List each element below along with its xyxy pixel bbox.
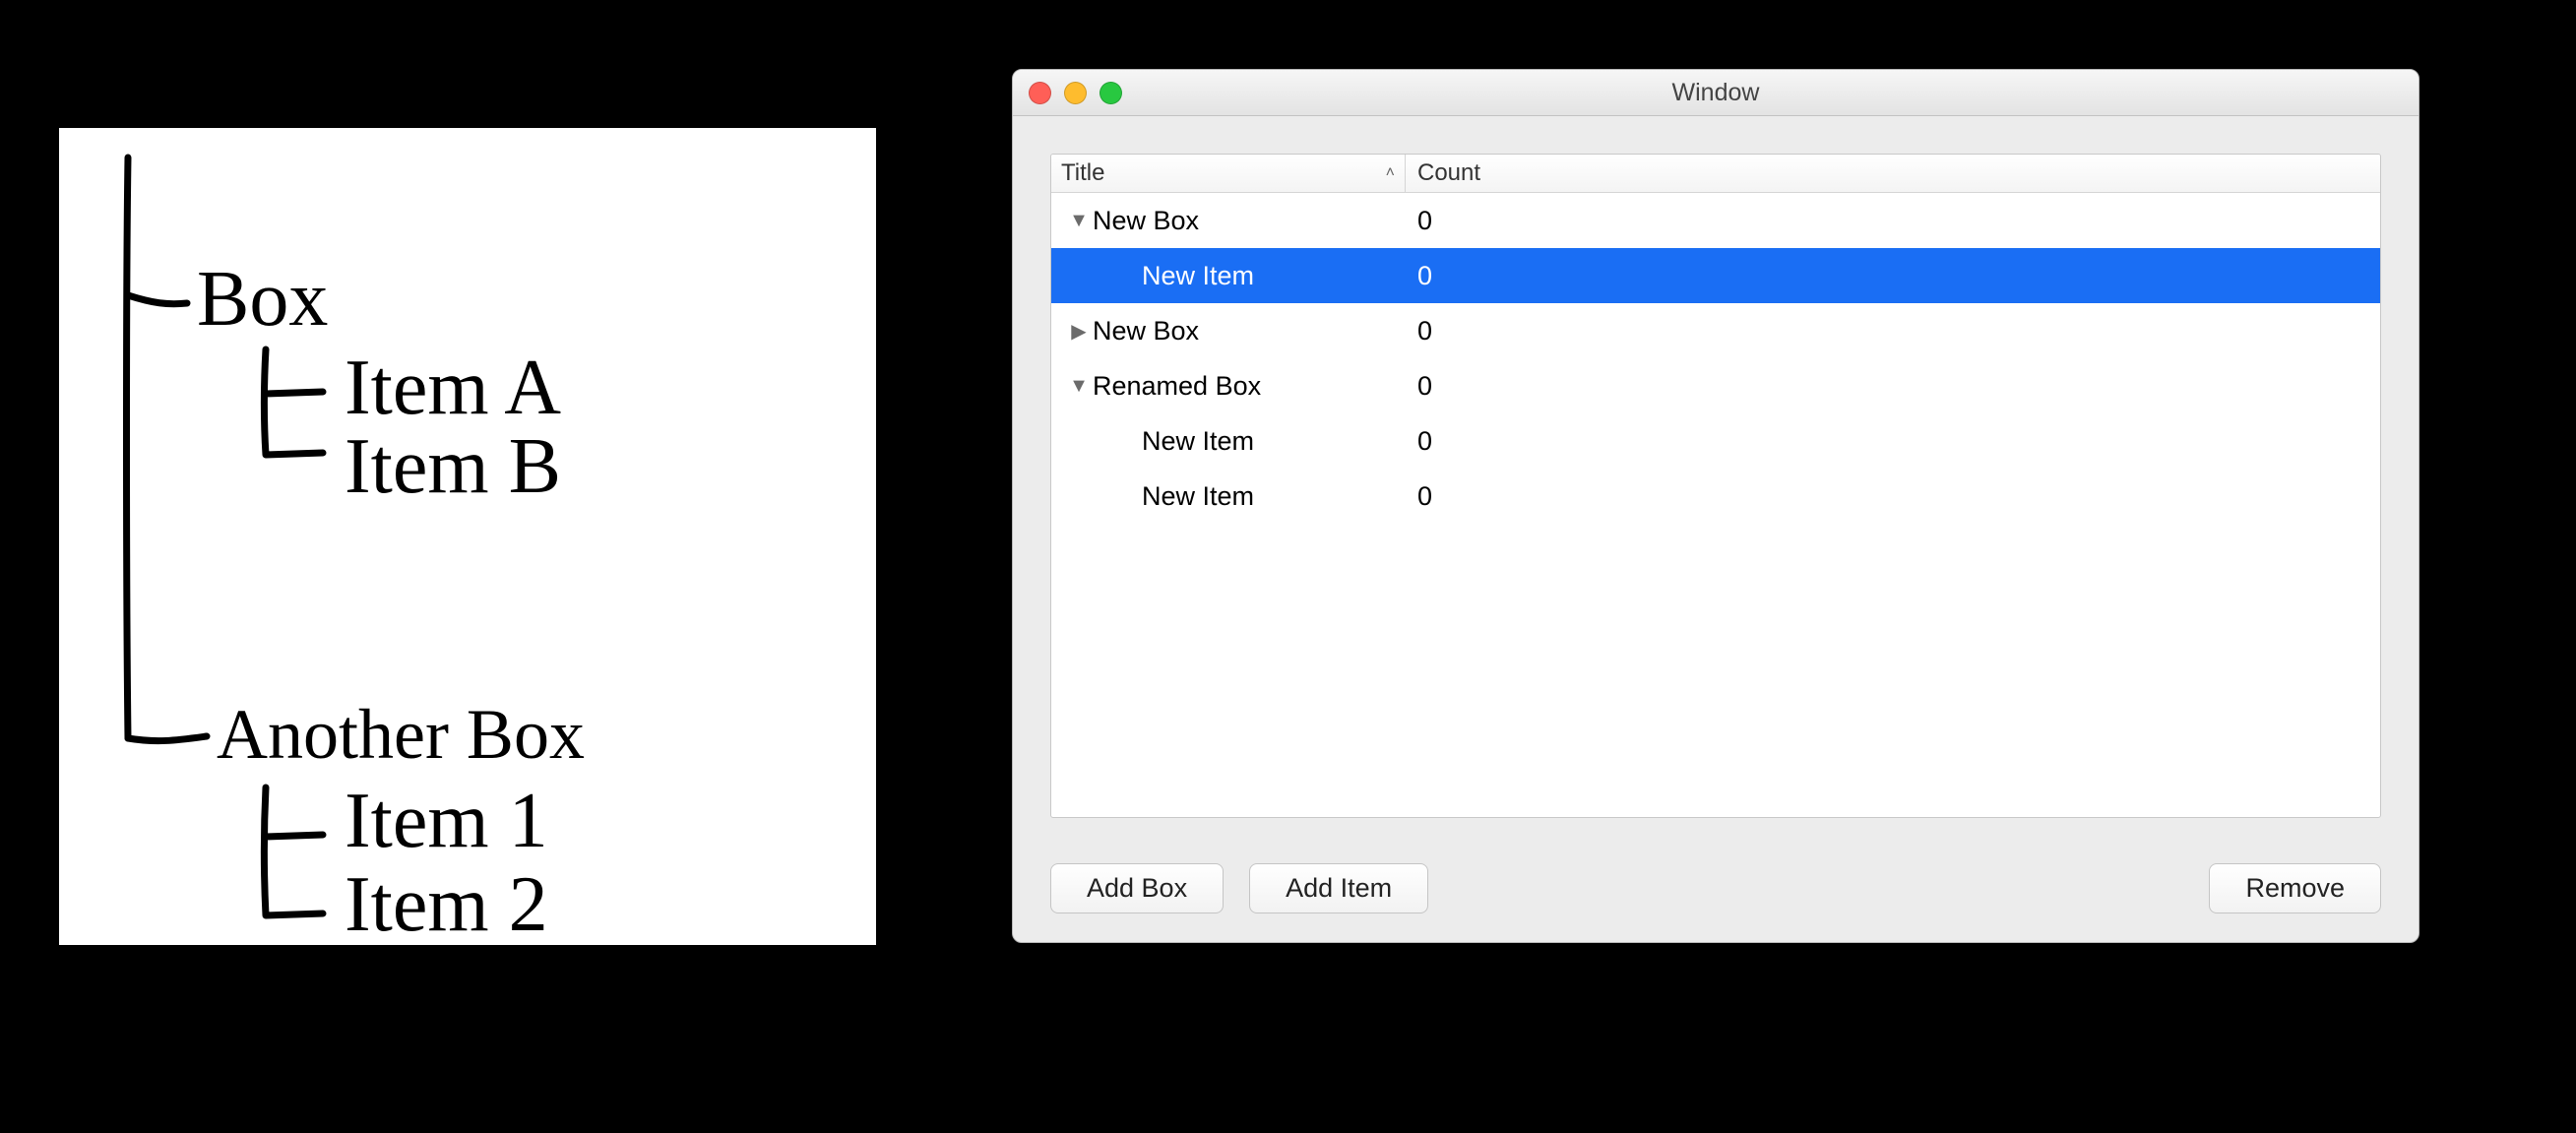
column-header-title[interactable]: Title ˄ [1051, 155, 1406, 192]
table-row[interactable]: ▼Renamed Box0 [1051, 358, 2380, 413]
disclosure-triangle-icon[interactable]: ▼ [1069, 210, 1089, 232]
table-header: Title ˄ Count [1051, 155, 2380, 193]
table-row[interactable]: New Item 0 [1051, 248, 2380, 303]
handwriting-sketch: Box Item A Item B Another Box Item 1 Ite… [59, 128, 876, 945]
row-title-cell: New Item [1051, 426, 1406, 457]
window-body: Title ˄ Count ▼New Box0New Item0▶New Box… [1013, 116, 2419, 943]
minimize-icon[interactable] [1064, 82, 1087, 104]
row-title-cell: New Item [1051, 261, 1406, 291]
table-row[interactable]: ▼New Box0 [1051, 193, 2380, 248]
disclosure-triangle-icon[interactable]: ▼ [1069, 375, 1089, 398]
sketch-text-box: Box [197, 256, 328, 343]
handwriting-svg: Box Item A Item B Another Box Item 1 Ite… [59, 128, 876, 945]
row-count: 0 [1406, 316, 1432, 346]
table-row[interactable]: ▶New Box0 [1051, 303, 2380, 358]
row-title: New Item [1142, 261, 1254, 291]
window-title: Window [1013, 79, 2419, 107]
sort-indicator-icon: ˄ [1386, 164, 1405, 182]
row-title: New Item [1142, 426, 1254, 457]
row-title-cell: ▼New Box [1051, 206, 1406, 236]
row-title-cell: ▼Renamed Box [1051, 371, 1406, 402]
row-title-cell: ▶New Box [1051, 316, 1406, 346]
row-count: 0 [1406, 261, 1432, 291]
add-box-button[interactable]: Add Box [1050, 863, 1224, 913]
column-header-title-label: Title [1061, 159, 1104, 187]
button-row: Add Box Add Item Remove [1050, 863, 2381, 913]
disclosure-triangle-icon[interactable]: ▶ [1069, 319, 1089, 344]
zoom-icon[interactable] [1100, 82, 1122, 104]
row-title: New Item [1142, 481, 1254, 512]
sketch-text-item-a: Item A [345, 345, 561, 431]
column-header-count-label: Count [1417, 159, 1480, 186]
row-count: 0 [1406, 206, 1432, 236]
row-title-cell: New Item [1051, 481, 1406, 512]
window-controls [1029, 82, 1122, 104]
titlebar[interactable]: Window [1013, 70, 2419, 116]
column-header-count[interactable]: Count [1406, 159, 1480, 187]
add-item-button[interactable]: Add Item [1249, 863, 1428, 913]
sketch-text-item-2: Item 2 [345, 861, 548, 945]
sketch-text-another-box: Another Box [217, 695, 585, 774]
row-title: New Box [1093, 316, 1199, 346]
row-title: Renamed Box [1093, 371, 1261, 402]
row-count: 0 [1406, 481, 1432, 512]
app-window: Window Title ˄ Count ▼New Box0New Item0▶… [1012, 69, 2419, 943]
table-row[interactable]: New Item 0 [1051, 413, 2380, 469]
remove-button[interactable]: Remove [2209, 863, 2381, 913]
row-count: 0 [1406, 371, 1432, 402]
row-count: 0 [1406, 426, 1432, 457]
outline-view[interactable]: Title ˄ Count ▼New Box0New Item0▶New Box… [1050, 154, 2381, 818]
sketch-text-item-b: Item B [345, 423, 561, 510]
close-icon[interactable] [1029, 82, 1051, 104]
row-title: New Box [1093, 206, 1199, 236]
sketch-text-item-1: Item 1 [345, 778, 548, 864]
table-row[interactable]: New Item 0 [1051, 469, 2380, 524]
outline-rows: ▼New Box0New Item0▶New Box0▼Renamed Box0… [1051, 193, 2380, 817]
